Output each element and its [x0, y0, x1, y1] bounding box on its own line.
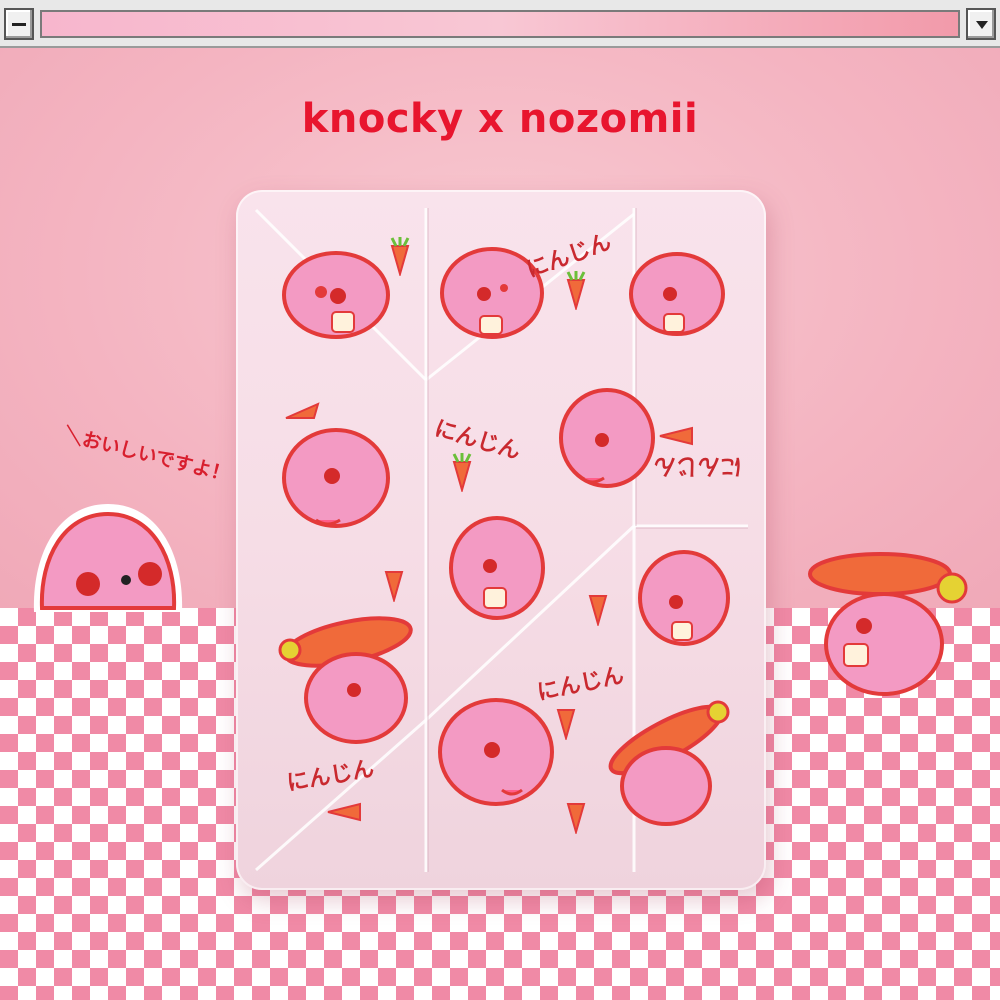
carrot-icon	[384, 571, 404, 602]
carrot-icon	[327, 802, 361, 822]
bunny-illustration	[438, 698, 554, 806]
bunny-illustration	[629, 252, 725, 336]
carrot-icon	[659, 426, 693, 446]
dropdown-button[interactable]	[966, 8, 996, 40]
bunny-with-carrot-sticker	[808, 552, 968, 696]
carrot-icon	[285, 402, 320, 419]
minimize-button[interactable]	[4, 8, 34, 40]
case-label: にんじん	[654, 453, 743, 478]
window-titlebar	[0, 0, 1000, 48]
carrot-icon	[588, 595, 608, 626]
title-gradient-bar	[40, 10, 960, 38]
chevron-down-icon	[976, 21, 988, 29]
bunny-with-carrot-illustration	[608, 700, 730, 826]
carrot-icon	[390, 237, 410, 276]
tablet-case: にんじん にんじん にんじん にんじん にんじん	[236, 190, 766, 890]
carrot-icon	[566, 803, 586, 834]
carrot-icon	[452, 453, 472, 492]
bunny-illustration	[638, 550, 730, 646]
bunny-illustration	[559, 388, 655, 488]
carrot-icon	[556, 709, 576, 740]
bunny-illustration	[449, 516, 545, 620]
carrot-icon	[566, 271, 586, 310]
bunny-illustration	[282, 251, 390, 339]
bunny-illustration	[282, 428, 390, 528]
peeking-bunny-sticker	[33, 504, 183, 612]
bunny-with-carrot-illustration	[278, 616, 413, 744]
brand-title: knocky x nozomii	[301, 96, 699, 142]
minimize-icon	[12, 23, 26, 26]
